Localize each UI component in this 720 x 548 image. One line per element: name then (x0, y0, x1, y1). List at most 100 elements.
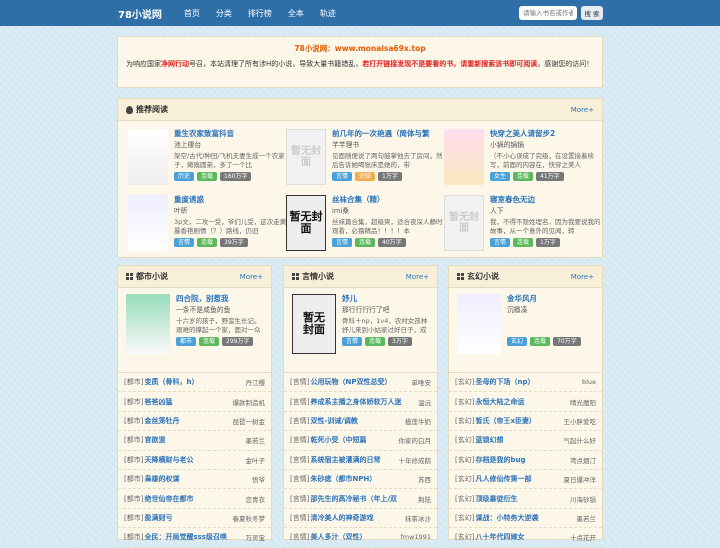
item-title[interactable]: 官欲道 (144, 435, 242, 445)
book-cover[interactable]: 暂无封面 (286, 129, 326, 185)
rec-book[interactable]: 重度诱惑 叶昕 3p文，二攻一受，爷们儿受，这次走黄暴香艳剧情（？）路线，仍旧 言情连… (128, 195, 288, 259)
item-title[interactable]: 谋战：小特务大逆袭 (475, 513, 573, 523)
item-title[interactable]: 朱砂痣（都市NPH） (310, 474, 415, 484)
nav-complete[interactable]: 全本 (288, 8, 304, 19)
column-more-link[interactable]: More+ (571, 273, 594, 281)
item-title[interactable]: 盈满则亏 (144, 513, 229, 523)
column-more-link[interactable]: More+ (240, 273, 263, 281)
list-item[interactable]: [玄幻] 八十年代四嫁女 十点花开 (449, 528, 602, 548)
item-title[interactable]: 乾死小受（中短篇 (310, 435, 395, 445)
list-item[interactable]: [都市] 天降横财与老公 金叶子 (118, 451, 271, 470)
item-title[interactable]: 顶级暴徒衍生 (475, 494, 567, 504)
nav-history[interactable]: 轨迹 (320, 8, 336, 19)
search-input[interactable] (519, 6, 577, 20)
site-logo[interactable]: 78小说网 (118, 6, 162, 21)
search-button[interactable]: 搜 索 (581, 6, 603, 20)
tag-status: 连载 (199, 337, 220, 346)
book-cover[interactable]: 暂无封面 (292, 294, 336, 354)
list-item[interactable]: [言情] 公用玩物（NP双性总受） 单唯安 (284, 373, 437, 393)
item-title[interactable]: 公用玩物（NP双性总受） (310, 377, 408, 387)
column-more-link[interactable]: More+ (406, 273, 429, 281)
list-item[interactable]: [玄幻] 皙氏（帝王x臣妻） 王小胖爱吃 (449, 412, 602, 432)
item-title[interactable]: 金丝笼牡丹 (144, 416, 229, 426)
book-title[interactable]: 金华风月 (507, 294, 596, 304)
list-item[interactable]: [都市] 金丝笼牡丹 琵琶一树金 (118, 412, 271, 432)
rec-book[interactable]: 重生农家致富抖音 池上棲台 架空/古代/种田/飞机夫妻生成一个农家子，瘫痪圆弟，多了… (128, 129, 288, 193)
item-title[interactable]: 天降横财与老公 (144, 455, 242, 465)
book-cover[interactable]: 暂无封面 (286, 195, 326, 251)
notice-text-1: 为响应国家 (126, 60, 161, 68)
item-title[interactable]: 养成系主播之身体娇软万人迷 (310, 397, 415, 407)
book-title[interactable]: 重度诱惑 (174, 195, 288, 205)
recommend-more-link[interactable]: More+ (571, 106, 594, 114)
nav-home[interactable]: 首页 (184, 8, 200, 19)
rec-book[interactable]: 快穿之美人请留步2 小锅的锅锅 （不小心误成了究级，在设置接着续写，前面的内容在，快… (444, 129, 604, 193)
item-title[interactable]: 爸爸凶猛 (144, 397, 229, 407)
list-item[interactable]: [玄幻] 永恒大陆之命运 晴光魔阳 (449, 392, 602, 412)
item-title[interactable]: 凡人修仙传第一部 (475, 474, 560, 484)
book-title[interactable]: 四合院，别惹我 (176, 294, 265, 304)
item-title[interactable]: 皙氏（帝王x臣妻） (475, 416, 560, 426)
book-cover[interactable] (444, 129, 484, 185)
item-title[interactable]: 永恒大陆之命运 (475, 397, 567, 407)
book-title[interactable]: 快穿之美人请留步2 (490, 129, 604, 139)
list-item[interactable]: [言情] 清冷美人的神奇游戏 抹茶冰沙 (284, 509, 437, 529)
item-title[interactable]: 蓝锁幻想 (475, 435, 560, 445)
list-item[interactable]: [都市] 盈满则亏 春夏秋冬梦 (118, 509, 271, 529)
list-item[interactable]: [玄幻] 谋战：小特务大逆袭 墨若兰 (449, 509, 602, 529)
list-item[interactable]: [都市] 变质（骨科，h） 丹江樱 (118, 373, 271, 393)
list-item[interactable]: [都市] 官欲道 墨若兰 (118, 431, 271, 451)
item-author: 温沅 (418, 398, 431, 407)
notice-text-3: ，感谢您的访问！ (537, 60, 594, 68)
list-item[interactable]: [言情] 邵先生的高冷秘书（年上/双 荆陆 (284, 489, 437, 509)
book-cover[interactable] (457, 294, 501, 354)
book-title[interactable]: 前几年的一次艳遇（简体与繁 (332, 129, 446, 139)
item-title[interactable]: 变质（骨科，h） (144, 377, 242, 387)
nav-category[interactable]: 分类 (216, 8, 232, 19)
featured-book[interactable]: 暂无 封面 妤儿 那行行行行了吧 骨科＋np，1v4，农村女孩林妤儿来到小姑家过好日子，… (292, 294, 431, 360)
list-item[interactable]: [玄幻] 凡人修仙传第一部 夏日爆冲洋 (449, 470, 602, 490)
item-title[interactable]: 圣母的下场（np） (475, 377, 578, 387)
book-title[interactable]: 重生农家致富抖音 (174, 129, 288, 139)
item-title[interactable]: 枭雄的权谋 (144, 474, 249, 484)
book-title[interactable]: 丝袜合集（精） (332, 195, 446, 205)
rec-book[interactable]: 暂无封面 前几年的一次艳遇（简体与繁 芊芊理书 见面随便说了两句鼓掌他去了房间，然后… (286, 129, 446, 193)
list-item[interactable]: [玄幻] 存档是我的bug 鸢点烟汀 (449, 451, 602, 470)
list-item[interactable]: [都市] 全民：开局觉醒sss级召唤 万灵宝 (118, 528, 271, 548)
list-item[interactable]: [玄幻] 圣母的下场（np） blue (449, 373, 602, 393)
book-cover[interactable] (126, 294, 170, 354)
list-item[interactable]: [言情] 美人多汁（双性） fmw1991 (284, 528, 437, 548)
item-title[interactable]: 存档是我的bug (475, 455, 567, 465)
list-item[interactable]: [言情] 系统宿主被灌满的日常 十年修成鹅 (284, 451, 437, 470)
item-title[interactable]: 全民：开局觉醒sss级召唤 (144, 532, 242, 542)
list-item[interactable]: [言情] 朱砂痣（都市NPH） 苏西 (284, 470, 437, 490)
item-title[interactable]: 双性-训诫/调教 (310, 416, 402, 426)
list-item[interactable]: [都市] 枭雄的权谋 悟爷 (118, 470, 271, 490)
list-item[interactable]: [玄幻] 蓝锁幻想 气起什么好 (449, 431, 602, 451)
column-header: 都市小说 More+ (118, 266, 271, 288)
book-cover[interactable] (128, 129, 168, 185)
list-item[interactable]: [言情] 双性-训诫/调教 楹莲牛奶 (284, 412, 437, 432)
list-item[interactable]: [都市] 爸爸凶猛 爆款制造机 (118, 392, 271, 412)
featured-book[interactable]: 四合院，别惹我 一条不是咸鱼的鱼 十六岁的孩子，野蛮生长记。艰难的撑起一个家，面对一… (126, 294, 265, 360)
book-cover[interactable] (128, 195, 168, 251)
book-cover[interactable]: 暂无封面 (444, 195, 484, 251)
list-item[interactable]: [言情] 养成系主播之身体娇软万人迷 温沅 (284, 392, 437, 412)
list-item[interactable]: [玄幻] 顶级暴徒衍生 川海砂锅 (449, 489, 602, 509)
item-title[interactable]: 八十年代四嫁女 (475, 532, 567, 542)
item-title[interactable]: 绝世仙帝在都市 (144, 494, 242, 504)
item-title[interactable]: 邵先生的高冷秘书（年上/双 (310, 494, 415, 504)
book-title[interactable]: 妤儿 (342, 294, 431, 304)
rec-book[interactable]: 暂无封面 丝袜合集（精） imi桑 丝袜篇合集，超级爽，适合夜深人静时观看，必撸精品… (286, 195, 446, 259)
item-category: [玄幻] (455, 513, 475, 522)
list-item[interactable]: [都市] 绝世仙帝在都市 恋青衣 (118, 489, 271, 509)
featured-book[interactable]: 金华风月 沉檀凑 玄幻 连载 70万字 (457, 294, 596, 360)
item-title[interactable]: 系统宿主被灌满的日常 (310, 455, 395, 465)
item-title[interactable]: 美人多汁（双性） (310, 532, 397, 542)
book-title[interactable]: 寝室春色无边 (490, 195, 604, 205)
nav-ranking[interactable]: 排行榜 (248, 8, 272, 19)
tag-words: 160万字 (220, 172, 252, 181)
list-item[interactable]: [言情] 乾死小受（中短篇 你家的白月 (284, 431, 437, 451)
item-title[interactable]: 清冷美人的神奇游戏 (310, 513, 402, 523)
rec-book[interactable]: 暂无封面 寝室春色无边 人下 我，不得不隐姓埋名，因为我要说我的故事，从一个意外的见… (444, 195, 604, 259)
